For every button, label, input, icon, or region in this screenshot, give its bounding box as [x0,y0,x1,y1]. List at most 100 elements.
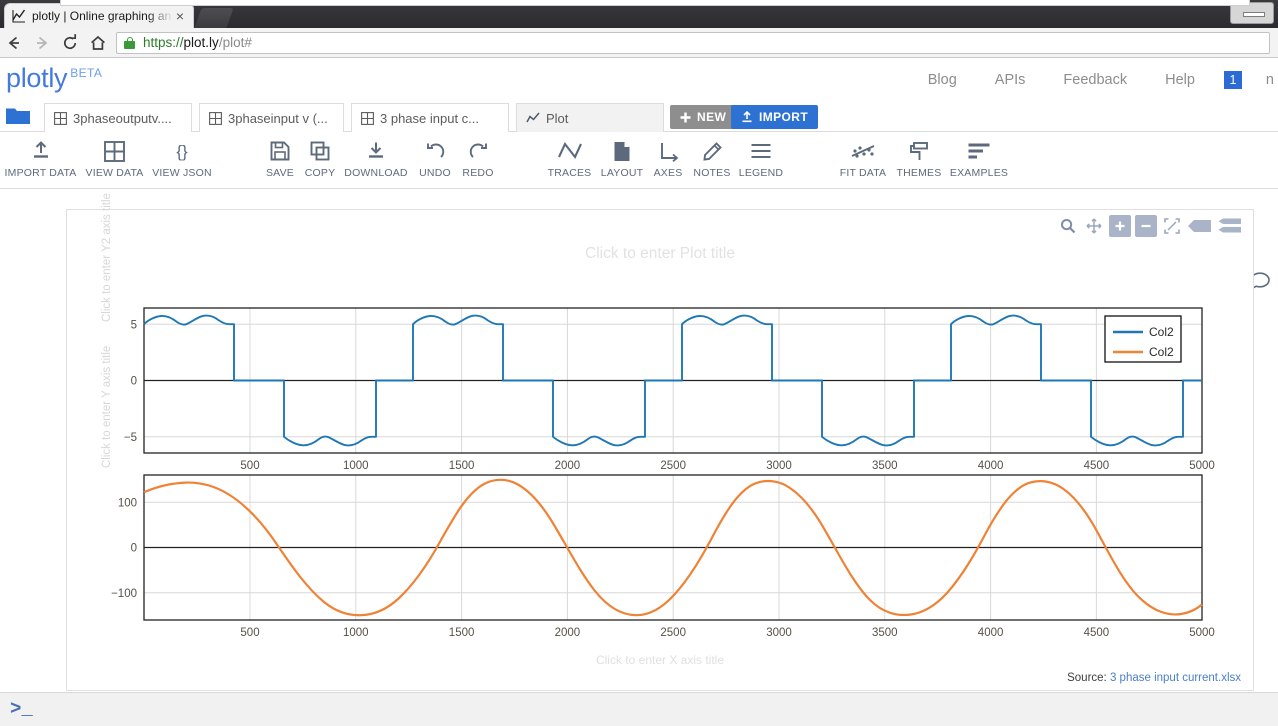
upper-xtick: 4000 [978,460,1004,472]
new-button[interactable]: NEW [670,105,737,129]
toolbar-view-data[interactable]: VIEW DATA [82,138,147,179]
address-bar[interactable]: https://plot.ly/plot# [116,31,1270,54]
upper-ytick-neg5: −5 [124,432,137,444]
legend-label-trace1[interactable]: Col2 [1149,325,1174,339]
bottom-bar: >_ [0,692,1278,726]
toolbar-notes[interactable]: NOTES [688,138,736,179]
bar-list-icon [967,138,991,164]
toolbar-view-json[interactable]: {} VIEW JSON [150,138,214,179]
upper-xtick: 5000 [1189,460,1215,472]
file-tab-plot[interactable]: Plot [516,103,664,132]
user-menu[interactable]: n [1266,72,1274,88]
lower-ytick-0: 0 [131,543,137,555]
upper-subplot[interactable]: 5 0 −5 500 1000 1500 2000 2500 3000 3500… [124,307,1215,472]
lower-ytick-neg100: −100 [111,588,137,600]
file-tab-3phaseinput-v[interactable]: 3phaseinput v (... [199,103,344,132]
lower-subplot[interactable]: 100 0 −100 500 1000 1500 2000 2500 3000 … [111,474,1215,639]
upper-xtick: 2000 [555,460,581,472]
toolbar-label: LEGEND [738,167,784,179]
upper-xtick: 1000 [343,460,369,472]
upper-xtick: 1500 [449,460,475,472]
toolbar-label: NOTES [693,167,731,179]
lower-xtick: 3000 [766,627,792,639]
plus-icon [680,112,691,123]
back-icon[interactable] [0,29,28,57]
folder-icon[interactable] [6,107,30,125]
toolbar-label: REDO [462,167,494,179]
notification-badge[interactable]: 1 [1223,71,1242,89]
nav-link-blog[interactable]: Blog [928,72,957,88]
zigzag-line-icon [557,138,583,164]
toolbar-label: IMPORT DATA [4,167,77,179]
file-tabs-bar: 3phaseoutputv.... 3phaseinput v (... 3 p… [0,100,1278,132]
import-button[interactable]: IMPORT [731,105,819,129]
upper-xtick: 4500 [1084,460,1110,472]
plot-svg[interactable]: 5 0 −5 500 1000 1500 2000 2500 3000 3500… [67,210,1255,692]
download-icon [365,138,387,164]
file-tab-3-phase-input-c[interactable]: 3 phase input c... [351,103,509,132]
file-tab-label: 3phaseoutputv.... [73,110,172,126]
plotly-logo[interactable]: plotly BETA [6,63,102,94]
plot-legend[interactable]: Col2 Col2 [1104,315,1182,363]
source-file-link[interactable]: 3 phase input current.xlsx [1110,672,1241,684]
lower-xtick: 1000 [343,627,369,639]
line-chart-icon [11,8,27,24]
toolbar-label: EXAMPLES [949,167,1009,179]
floppy-disk-icon [270,138,290,164]
upper-ytick-0: 0 [131,376,137,388]
toolbar-copy[interactable]: COPY [295,138,345,179]
toolbar-legend[interactable]: LEGEND [733,138,789,179]
upper-xtick: 3000 [766,460,792,472]
file-tab-label: Plot [546,110,569,126]
browser-tab[interactable]: plotly | Online graphing an × [4,3,194,28]
toolbar-fit-data[interactable]: FIT DATA [833,138,893,179]
paint-roller-icon [909,138,930,164]
new-button-label: NEW [697,110,727,124]
url-host: plot.ly [183,35,219,50]
file-tab-label: 3 phase input c... [380,110,480,126]
forward-icon[interactable] [28,29,56,57]
url-scheme: https:// [143,35,184,50]
toolbar-undo[interactable]: UNDO [412,138,458,179]
toolbar-traces[interactable]: TRACES [541,138,598,179]
file-tab-3phaseoutputv[interactable]: 3phaseoutputv.... [44,103,192,132]
axes-icon [658,138,679,164]
toolbar-label: LAYOUT [600,167,644,179]
reload-icon[interactable] [56,29,84,57]
toolbar-import-data[interactable]: IMPORT DATA [5,138,76,179]
page-icon [613,138,631,164]
url-path: /plot# [218,35,252,50]
toolbar-label: TRACES [547,167,592,179]
import-button-label: IMPORT [759,110,809,124]
braces-icon: {} [171,138,193,164]
upper-xtick: 3500 [872,460,898,472]
toolbar-label: FIT DATA [839,167,887,179]
toolbar-label: VIEW JSON [152,167,212,179]
legend-label-trace2[interactable]: Col2 [1149,345,1174,359]
nav-link-help[interactable]: Help [1165,72,1195,88]
toolbar-download[interactable]: DOWNLOAD [339,138,413,179]
toolbar-examples[interactable]: EXAMPLES [946,138,1012,179]
lower-xtick: 2000 [555,627,581,639]
toolbar-label: AXES [653,167,683,179]
top-navigation: Blog APIs Feedback Help 1 n [909,71,1278,89]
new-tab-button[interactable] [194,8,234,28]
toolbar-themes[interactable]: THEMES [891,138,947,179]
lower-xtick: 4500 [1084,627,1110,639]
home-icon[interactable] [84,29,112,57]
lower-xtick: 3500 [872,627,898,639]
close-icon[interactable]: × [173,9,187,23]
lower-xtick: 500 [240,627,259,639]
terminal-prompt-icon[interactable]: >_ [10,698,33,720]
nav-link-apis[interactable]: APIs [995,72,1026,88]
toolbar-axes[interactable]: AXES [645,138,691,179]
toolbar-redo[interactable]: REDO [455,138,501,179]
editor-toolbar: IMPORT DATA VIEW DATA {} VIEW JSON SAVE … [0,132,1278,291]
bottom-input-field[interactable] [60,0,1250,6]
brand-text: plotly [6,63,68,93]
browser-navbar: https://plot.ly/plot# [0,28,1278,58]
nav-link-feedback[interactable]: Feedback [1063,72,1127,88]
toolbar-layout[interactable]: LAYOUT [597,138,647,179]
lower-xtick: 1500 [449,627,475,639]
upper-ytick-5: 5 [131,319,137,331]
